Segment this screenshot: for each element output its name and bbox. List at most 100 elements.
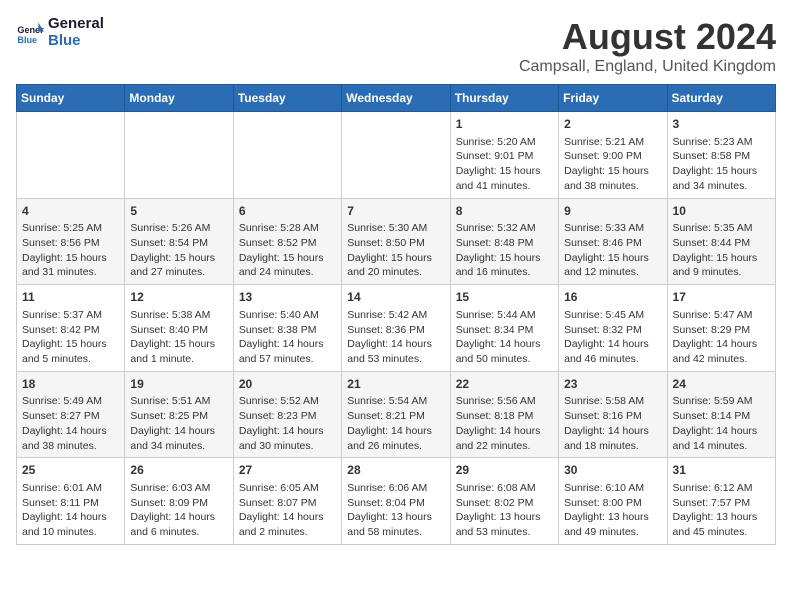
calendar-cell: 7Sunrise: 5:30 AMSunset: 8:50 PMDaylight… — [342, 198, 450, 285]
day-info: and 49 minutes. — [564, 525, 661, 540]
day-number: 20 — [239, 376, 336, 393]
day-info: and 10 minutes. — [22, 525, 119, 540]
day-number: 17 — [673, 289, 770, 306]
day-info: Sunset: 9:00 PM — [564, 149, 661, 164]
day-info: and 57 minutes. — [239, 352, 336, 367]
day-info: Daylight: 14 hours — [130, 510, 227, 525]
day-info: Daylight: 14 hours — [347, 337, 444, 352]
calendar-cell: 3Sunrise: 5:23 AMSunset: 8:58 PMDaylight… — [667, 112, 775, 199]
calendar-cell: 2Sunrise: 5:21 AMSunset: 9:00 PMDaylight… — [559, 112, 667, 199]
calendar-cell: 19Sunrise: 5:51 AMSunset: 8:25 PMDayligh… — [125, 371, 233, 458]
calendar-cell: 23Sunrise: 5:58 AMSunset: 8:16 PMDayligh… — [559, 371, 667, 458]
calendar-cell: 1Sunrise: 5:20 AMSunset: 9:01 PMDaylight… — [450, 112, 558, 199]
day-info: Daylight: 15 hours — [456, 251, 553, 266]
day-info: Daylight: 15 hours — [22, 337, 119, 352]
day-number: 21 — [347, 376, 444, 393]
day-number: 13 — [239, 289, 336, 306]
calendar-cell — [342, 112, 450, 199]
day-info: Sunrise: 6:08 AM — [456, 481, 553, 496]
day-info: Daylight: 15 hours — [673, 251, 770, 266]
day-info: Daylight: 15 hours — [564, 164, 661, 179]
day-info: Sunset: 8:50 PM — [347, 236, 444, 251]
calendar-week-2: 4Sunrise: 5:25 AMSunset: 8:56 PMDaylight… — [17, 198, 776, 285]
calendar-cell: 6Sunrise: 5:28 AMSunset: 8:52 PMDaylight… — [233, 198, 341, 285]
day-number: 10 — [673, 203, 770, 220]
calendar-week-3: 11Sunrise: 5:37 AMSunset: 8:42 PMDayligh… — [17, 285, 776, 372]
day-info: Daylight: 14 hours — [564, 424, 661, 439]
day-info: Daylight: 13 hours — [456, 510, 553, 525]
day-info: Sunrise: 6:10 AM — [564, 481, 661, 496]
day-number: 14 — [347, 289, 444, 306]
header-day-tuesday: Tuesday — [233, 85, 341, 112]
day-number: 26 — [130, 462, 227, 479]
calendar-cell — [17, 112, 125, 199]
day-info: Sunrise: 5:59 AM — [673, 394, 770, 409]
day-info: Sunrise: 5:58 AM — [564, 394, 661, 409]
day-info: Sunrise: 5:26 AM — [130, 221, 227, 236]
calendar-cell: 31Sunrise: 6:12 AMSunset: 7:57 PMDayligh… — [667, 458, 775, 545]
day-info: Sunset: 8:34 PM — [456, 323, 553, 338]
header-day-sunday: Sunday — [17, 85, 125, 112]
day-number: 4 — [22, 203, 119, 220]
day-info: Sunrise: 5:38 AM — [130, 308, 227, 323]
day-info: Daylight: 15 hours — [347, 251, 444, 266]
logo-line1: General — [48, 16, 104, 33]
day-info: Daylight: 14 hours — [22, 424, 119, 439]
day-info: and 42 minutes. — [673, 352, 770, 367]
calendar-week-4: 18Sunrise: 5:49 AMSunset: 8:27 PMDayligh… — [17, 371, 776, 458]
day-info: Sunset: 8:09 PM — [130, 496, 227, 511]
day-info: Sunrise: 5:49 AM — [22, 394, 119, 409]
day-number: 9 — [564, 203, 661, 220]
logo-line2: Blue — [48, 33, 104, 50]
main-title: August 2024 — [519, 16, 776, 58]
day-info: Sunrise: 5:28 AM — [239, 221, 336, 236]
day-info: Sunset: 8:48 PM — [456, 236, 553, 251]
day-info: and 41 minutes. — [456, 179, 553, 194]
calendar-cell: 25Sunrise: 6:01 AMSunset: 8:11 PMDayligh… — [17, 458, 125, 545]
calendar-table: SundayMondayTuesdayWednesdayThursdayFrid… — [16, 84, 776, 545]
day-info: Sunrise: 5:23 AM — [673, 135, 770, 150]
day-info: Sunrise: 5:35 AM — [673, 221, 770, 236]
day-info: Sunset: 8:00 PM — [564, 496, 661, 511]
subtitle: Campsall, England, United Kingdom — [519, 58, 776, 76]
day-info: Sunset: 8:25 PM — [130, 409, 227, 424]
day-info: Sunset: 8:14 PM — [673, 409, 770, 424]
day-info: and 12 minutes. — [564, 265, 661, 280]
day-info: and 38 minutes. — [564, 179, 661, 194]
day-info: Sunrise: 6:12 AM — [673, 481, 770, 496]
svg-text:Blue: Blue — [17, 34, 37, 44]
day-info: Sunset: 8:36 PM — [347, 323, 444, 338]
calendar-cell: 30Sunrise: 6:10 AMSunset: 8:00 PMDayligh… — [559, 458, 667, 545]
day-number: 23 — [564, 376, 661, 393]
day-info: and 27 minutes. — [130, 265, 227, 280]
day-number: 16 — [564, 289, 661, 306]
calendar-cell: 11Sunrise: 5:37 AMSunset: 8:42 PMDayligh… — [17, 285, 125, 372]
day-info: Sunrise: 5:37 AM — [22, 308, 119, 323]
day-info: Daylight: 15 hours — [456, 164, 553, 179]
day-info: Daylight: 14 hours — [239, 424, 336, 439]
day-number: 25 — [22, 462, 119, 479]
day-info: Daylight: 13 hours — [673, 510, 770, 525]
day-number: 27 — [239, 462, 336, 479]
day-info: Daylight: 15 hours — [239, 251, 336, 266]
day-info: Daylight: 14 hours — [347, 424, 444, 439]
day-info: Sunset: 8:32 PM — [564, 323, 661, 338]
day-number: 24 — [673, 376, 770, 393]
day-info: Sunset: 8:54 PM — [130, 236, 227, 251]
day-number: 30 — [564, 462, 661, 479]
day-info: Sunset: 8:21 PM — [347, 409, 444, 424]
day-number: 6 — [239, 203, 336, 220]
day-number: 15 — [456, 289, 553, 306]
day-info: Sunset: 9:01 PM — [456, 149, 553, 164]
day-info: Sunrise: 5:42 AM — [347, 308, 444, 323]
calendar-cell: 5Sunrise: 5:26 AMSunset: 8:54 PMDaylight… — [125, 198, 233, 285]
day-info: and 45 minutes. — [673, 525, 770, 540]
calendar-cell: 13Sunrise: 5:40 AMSunset: 8:38 PMDayligh… — [233, 285, 341, 372]
day-info: Daylight: 14 hours — [564, 337, 661, 352]
calendar-cell: 17Sunrise: 5:47 AMSunset: 8:29 PMDayligh… — [667, 285, 775, 372]
day-info: Daylight: 15 hours — [22, 251, 119, 266]
calendar-cell: 27Sunrise: 6:05 AMSunset: 8:07 PMDayligh… — [233, 458, 341, 545]
day-info: Sunset: 8:11 PM — [22, 496, 119, 511]
calendar-cell — [233, 112, 341, 199]
calendar-cell: 9Sunrise: 5:33 AMSunset: 8:46 PMDaylight… — [559, 198, 667, 285]
